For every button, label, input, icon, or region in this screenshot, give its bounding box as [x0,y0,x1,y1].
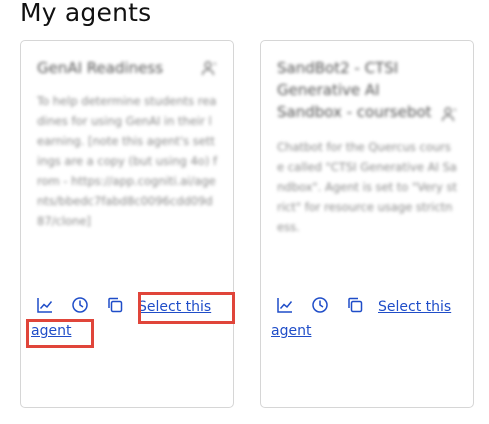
user-icon[interactable] [201,60,217,76]
agent-title: SandBot2 - CTSI Generative AI Sandbox - … [277,59,432,121]
card-header: GenAI Readiness [37,57,219,79]
page-title: My agents [20,0,152,27]
history-icon[interactable] [311,296,329,314]
agent-description: Chatbot for the Quercus course called "C… [277,140,457,234]
analytics-icon[interactable] [36,296,54,314]
agent-card: SandBot2 - CTSI Generative AI Sandbox - … [260,40,474,408]
card-actions: Select this agent [271,295,465,343]
agent-title: GenAI Readiness [37,59,164,77]
analytics-icon[interactable] [276,296,294,314]
agent-description: To help determine students readines for … [37,94,218,228]
select-link-line1[interactable]: Select this [378,299,451,315]
history-icon[interactable] [71,296,89,314]
card-actions: Select this agent [31,295,225,343]
user-icon[interactable] [441,106,457,122]
card-header: SandBot2 - CTSI Generative AI Sandbox - … [277,57,459,123]
agent-card: GenAI Readiness To help determine studen… [20,40,234,408]
copy-icon[interactable] [346,296,364,314]
select-link-line1[interactable]: Select this [138,299,211,315]
select-link-line2[interactable]: agent [31,323,71,339]
copy-icon[interactable] [106,296,124,314]
select-link-line2[interactable]: agent [271,323,311,339]
